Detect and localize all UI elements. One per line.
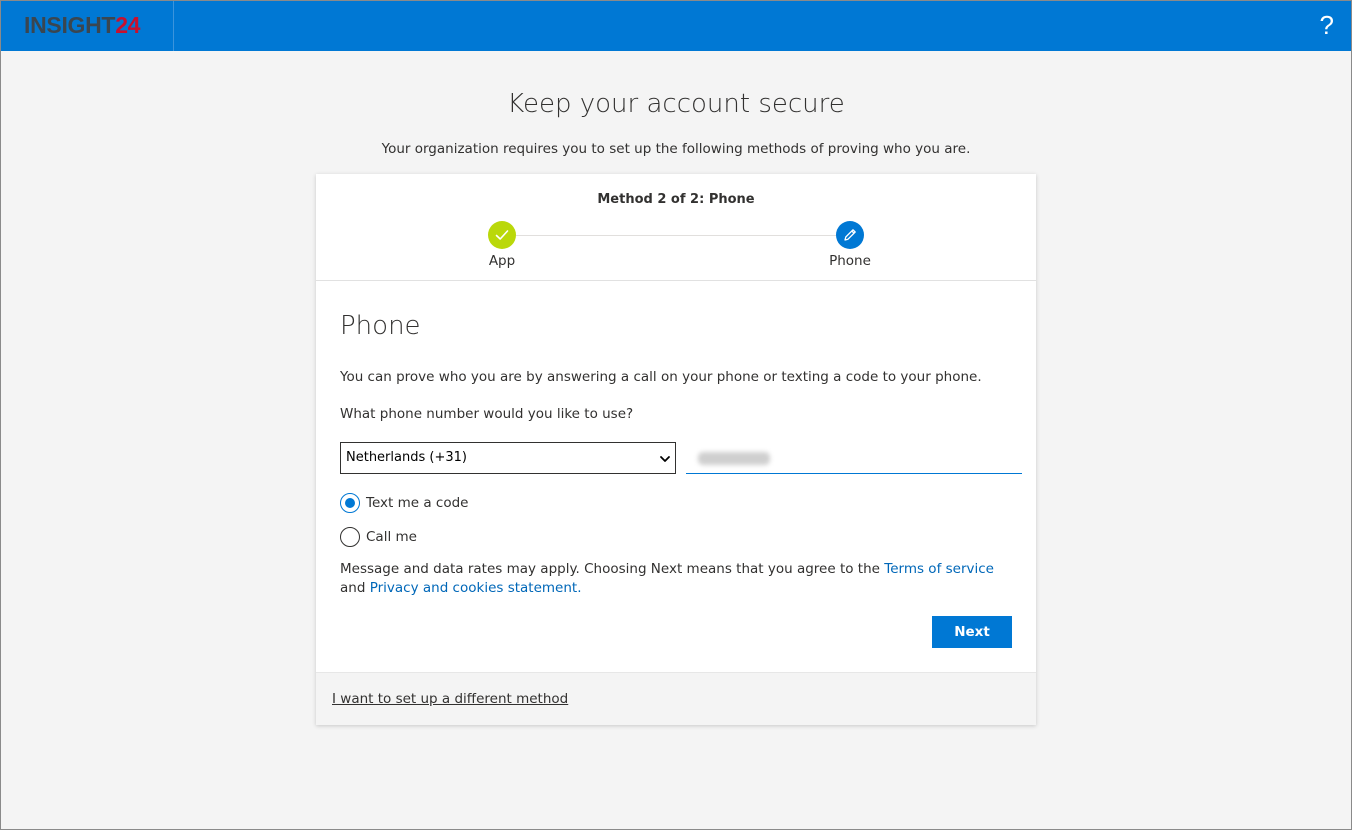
logo-text-primary: INSIGHT [24,12,116,38]
pencil-icon [844,229,856,241]
card-footer: I want to set up a different method [316,672,1036,725]
step-label-phone: Phone [829,253,871,269]
disclaimer: Message and data rates may apply. Choosi… [340,560,1016,598]
privacy-statement-link[interactable]: Privacy and cookies statement. [370,580,582,596]
disclaimer-text: Message and data rates may apply. Choosi… [340,561,885,577]
disclaimer-and: and [340,580,370,596]
text-me-label: Text me a code [366,495,469,511]
country-code-value: Netherlands (+31) [346,450,467,465]
call-me-radio[interactable] [340,527,360,547]
text-me-radio[interactable] [340,493,360,513]
next-button[interactable]: Next [932,616,1012,648]
chevron-down-icon [660,456,670,462]
step-app-indicator [488,221,516,249]
different-method-link[interactable]: I want to set up a different method [332,690,568,708]
terms-of-service-link[interactable]: Terms of service [884,561,994,577]
page-subtitle: Your organization requires you to set up… [381,141,971,157]
company-logo: INSIGHT24 [0,0,174,51]
page-title: Keep your account secure [507,89,845,119]
progress-connector [516,235,836,236]
progress-header: Method 2 of 2: Phone App Phone [316,174,1036,281]
country-code-select[interactable]: Netherlands (+31) [340,442,676,474]
phone-number-input[interactable] [686,444,1022,474]
method-progress-label: Method 2 of 2: Phone [597,192,755,207]
logo-text-accent: 24 [115,12,141,38]
phone-question: What phone number would you like to use? [340,406,634,422]
radio-selected-dot [345,498,355,508]
method-description: You can prove who you are by answering a… [340,369,982,385]
checkmark-icon [495,230,509,240]
call-me-label: Call me [366,529,417,545]
help-icon[interactable]: ? [1320,10,1334,40]
step-phone-indicator [836,221,864,249]
step-label-app: App [488,253,516,269]
setup-card: Method 2 of 2: Phone App Phone Phone You… [316,174,1036,725]
redacted-phone-number [698,452,770,465]
top-bar: INSIGHT24 ? [0,0,1352,51]
section-title: Phone [340,311,421,341]
